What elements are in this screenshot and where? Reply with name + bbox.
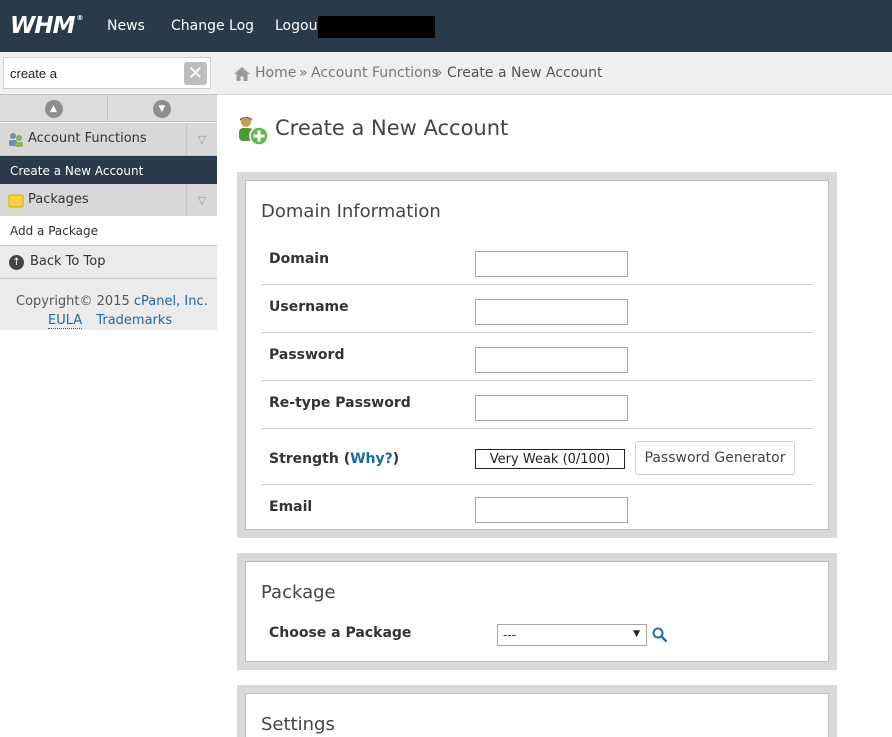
scroll-up-button[interactable]: ▲ (0, 95, 108, 122)
search-area: ✕ (0, 52, 217, 94)
retype-password-row: Re-type Password (261, 381, 813, 429)
packages-icon (8, 194, 24, 208)
top-bar: WHM ® News Change Log Logout (0, 0, 892, 52)
email-field[interactable] (475, 497, 628, 523)
retype-password-field[interactable] (475, 395, 628, 421)
whm-logo[interactable]: WHM ® (10, 13, 84, 39)
strength-label-text: Strength ( (269, 451, 351, 467)
breadcrumb-current: Create a New Account (447, 65, 603, 81)
password-generator-button[interactable]: Password Generator (635, 441, 795, 475)
strength-label-close: ) (392, 451, 400, 467)
section-title: Package (261, 582, 336, 603)
arrow-up-icon: ▲ (44, 99, 63, 118)
page-title: Create a New Account (275, 116, 509, 140)
trademarks-link[interactable]: Trademarks (96, 313, 172, 328)
package-box: Package Choose a Package --- ▼ (245, 561, 829, 662)
logo-text: WHM (10, 13, 76, 39)
home-icon[interactable] (234, 67, 250, 81)
domain-label: Domain (269, 251, 330, 267)
back-to-top[interactable]: ↑ Back To Top (0, 245, 217, 279)
chevron-down-icon: ▼ (633, 629, 640, 639)
settings-panel: Settings (237, 685, 837, 737)
choose-package-label: Choose a Package (269, 625, 412, 641)
password-strength-meter: Very Weak (0/100) (475, 449, 625, 469)
breadcrumb: Home » Account Functions » Create a New … (217, 52, 892, 95)
username-label: Username (269, 299, 349, 315)
username-field[interactable] (475, 299, 628, 325)
breadcrumb-account-functions[interactable]: Account Functions (311, 65, 439, 81)
email-label: Email (269, 499, 313, 515)
section-title: Domain Information (261, 201, 441, 222)
section-title: Settings (261, 714, 335, 735)
why-link[interactable]: Why? (350, 451, 393, 467)
copyright-line: Copyright© 2015 cPanel, Inc. (16, 294, 208, 309)
search-input[interactable] (3, 57, 211, 89)
email-row: Email (261, 485, 813, 529)
password-label: Password (269, 347, 345, 363)
package-select-value: --- (503, 628, 516, 642)
sidebar-item-create-account[interactable]: Create a New Account (0, 156, 217, 185)
search-icon[interactable] (652, 627, 668, 643)
sidebar: ✕ ▲ ▼ Account Functions ▽ Create a New A… (0, 52, 217, 737)
strength-label: Strength (Why?) (269, 451, 399, 467)
scroll-down-button[interactable]: ▼ (108, 95, 216, 122)
add-user-icon (239, 117, 269, 146)
nav-logout[interactable]: Logout (275, 18, 323, 34)
copyright-footer: Copyright© 2015 cPanel, Inc. EULA Tradem… (0, 279, 217, 330)
retype-password-label: Re-type Password (269, 395, 411, 411)
password-row: Password (261, 333, 813, 381)
collapse-chevron-icon[interactable]: ▽ (186, 184, 217, 217)
domain-information-box: Domain Information Domain Username Passw… (245, 180, 829, 530)
domain-information-panel: Domain Information Domain Username Passw… (237, 172, 837, 538)
cpanel-link[interactable]: cPanel, Inc. (134, 294, 208, 309)
copyright-text: Copyright© 2015 (16, 294, 130, 309)
domain-field[interactable] (475, 251, 628, 277)
arrow-down-icon: ▼ (153, 99, 171, 118)
sidebar-item-add-package[interactable]: Add a Package (0, 216, 217, 245)
username-row: Username (261, 285, 813, 333)
legal-links: EULA Trademarks (48, 313, 172, 329)
category-account-functions[interactable]: Account Functions ▽ (0, 123, 217, 156)
arrow-up-circle-icon: ↑ (9, 255, 24, 270)
nav-news[interactable]: News (107, 18, 145, 34)
redacted-username (318, 16, 435, 38)
back-to-top-label: Back To Top (30, 254, 106, 269)
sidebar-scroll-controls: ▲ ▼ (0, 94, 217, 122)
category-packages[interactable]: Packages ▽ (0, 184, 217, 217)
nav-change-log[interactable]: Change Log (171, 18, 254, 34)
account-functions-icon (9, 133, 23, 147)
collapse-chevron-icon[interactable]: ▽ (186, 123, 217, 156)
registered-mark: ® (76, 14, 84, 22)
password-field[interactable] (475, 347, 628, 373)
eula-link[interactable]: EULA (48, 313, 83, 329)
package-select[interactable]: --- ▼ (497, 624, 647, 646)
clear-search-icon[interactable]: ✕ (184, 62, 207, 85)
category-label: Account Functions (28, 131, 147, 146)
settings-box: Settings (245, 693, 829, 737)
breadcrumb-home[interactable]: Home (255, 65, 296, 81)
category-label: Packages (28, 192, 89, 207)
strength-row: Strength (Why?) Very Weak (0/100) Passwo… (261, 429, 813, 485)
package-panel: Package Choose a Package --- ▼ (237, 553, 837, 670)
breadcrumb-separator: » (434, 65, 443, 81)
breadcrumb-separator: » (299, 65, 308, 81)
domain-row: Domain (261, 237, 813, 285)
